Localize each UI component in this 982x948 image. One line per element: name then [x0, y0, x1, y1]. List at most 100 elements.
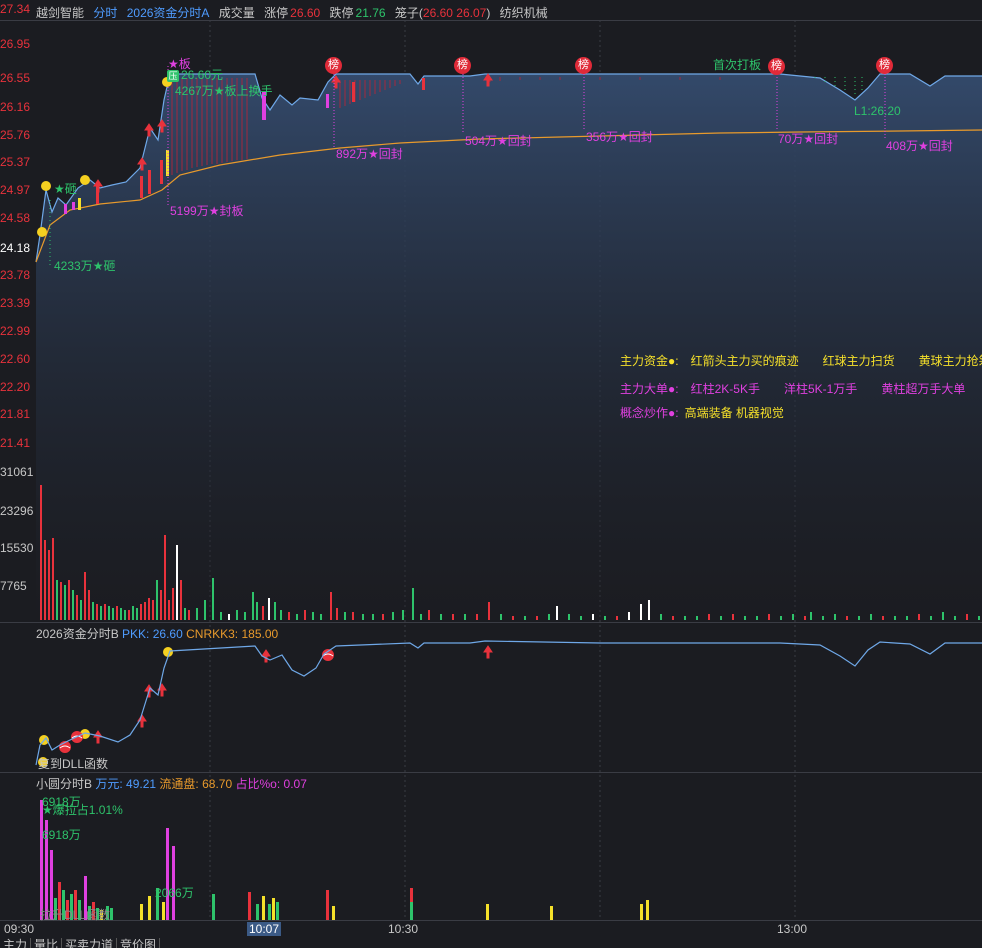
bottom-tabs: 主力 量比 买卖力道 竞价图: [0, 938, 161, 948]
volume-bar: [768, 614, 770, 620]
volume-bar: [84, 572, 86, 620]
volume-bar: [930, 616, 932, 620]
volume-bar: [512, 616, 514, 620]
capital-bar: [172, 846, 175, 920]
volume-bar: [52, 538, 54, 620]
volume-bar: [648, 600, 650, 620]
volume-bar: [452, 614, 454, 620]
volume-bar: [296, 614, 298, 620]
tab-volume-ratio[interactable]: 量比: [31, 938, 63, 948]
volume-bar: [48, 550, 50, 620]
volume-bar: [172, 588, 174, 620]
capital-bar: [410, 902, 413, 920]
volume-bar: [708, 614, 710, 620]
tab-main[interactable]: 主力: [0, 938, 32, 948]
capital-bar: [268, 904, 271, 920]
volume-bar: [804, 616, 806, 620]
rank-badge[interactable]: 榜: [325, 57, 342, 74]
volume-bar: [220, 612, 222, 620]
float-value: 68.70: [202, 777, 233, 791]
first-board-label: 首次打板: [713, 58, 762, 72]
capital-bar: [550, 906, 553, 920]
capital-bar: [40, 800, 43, 920]
pkk-value: 26.60: [152, 627, 183, 641]
rank-badge[interactable]: 榜: [768, 58, 785, 75]
volume-bar: [392, 612, 394, 620]
volume-bar: [330, 592, 332, 620]
volume-bar: [756, 616, 758, 620]
volume-bar: [720, 616, 722, 620]
volume-bar: [412, 588, 414, 620]
tab-auction[interactable]: 竞价图: [117, 938, 161, 948]
volume-bar: [744, 616, 746, 620]
time-label: 13:00: [777, 922, 808, 936]
volume-bar: [244, 612, 246, 620]
volume-bar: [160, 590, 162, 620]
volume-bar: [268, 598, 270, 620]
volume-bar: [500, 614, 502, 620]
volume-bar: [128, 610, 130, 620]
fund-line: [35, 640, 982, 766]
capital-bar: [646, 900, 649, 920]
wan-value: 49.21: [126, 777, 157, 791]
legend-item: 洋柱5K-1万手: [783, 382, 858, 396]
rank-badge[interactable]: 榜: [575, 57, 592, 74]
volume-bar: [660, 614, 662, 620]
volume-bar: [312, 612, 314, 620]
volume-bar: [810, 612, 812, 620]
volume-bar: [204, 600, 206, 620]
volume-bar: [846, 616, 848, 620]
capital-amount: 6918万: [42, 828, 81, 842]
volume-bar: [556, 606, 558, 620]
volume-bar: [108, 606, 110, 620]
volume-bar: [262, 606, 264, 620]
volume-bar: [112, 608, 114, 620]
volume-bar: [792, 614, 794, 620]
volume-bar: [372, 614, 374, 620]
volume-bar: [132, 606, 134, 620]
panel2-header: 2026资金分时B PKK: 26.60 CNRKK3: 185.00: [36, 625, 278, 642]
panel2-title[interactable]: 2026资金分时B: [36, 627, 119, 641]
volume-bar: [236, 610, 238, 620]
volume-bar: [144, 602, 146, 620]
volume-bar: [100, 606, 102, 620]
volume-bar: [894, 616, 896, 620]
capital-bar: [256, 904, 259, 920]
volume-bar: [352, 612, 354, 620]
pkk-label: PKK:: [122, 627, 150, 641]
volume-bar: [834, 614, 836, 620]
wan-label: 万元:: [95, 777, 123, 791]
concept-value: 高端装备 机器视觉: [684, 406, 784, 420]
volume-bar: [88, 590, 90, 620]
ratio-label: 占比%o:: [235, 777, 281, 791]
volume-bar: [168, 600, 170, 620]
time-cursor[interactable]: 10:07: [247, 922, 282, 936]
legend-item: 红箭头主力买的痕迹: [690, 354, 799, 368]
volume-bar: [344, 612, 346, 620]
volume-bar: [72, 590, 74, 620]
tab-buy-sell[interactable]: 买卖力道: [62, 938, 118, 948]
volume-bar: [320, 614, 322, 620]
legend-item: 红球主力扫货: [822, 354, 895, 368]
volume-bar: [942, 612, 944, 620]
rank-badge[interactable]: 榜: [876, 57, 893, 74]
volume-bar: [336, 608, 338, 620]
float-label: 流通盘:: [159, 777, 199, 791]
volume-bar: [140, 604, 142, 620]
rank-badge[interactable]: 榜: [454, 57, 471, 74]
volume-bar: [252, 592, 254, 620]
volume-bar: [120, 608, 122, 620]
panel3-title[interactable]: 小圆分时B: [36, 777, 92, 791]
legend-key: 主力资金●:: [620, 354, 679, 368]
legend-row-2: 主力大单●: 红柱2K-5K手 洋柱5K-1万手 黄柱超万手大单: [620, 380, 982, 397]
cn-value: 185.00: [241, 627, 279, 641]
volume-bar: [672, 616, 674, 620]
reseal-label: 356万★回封: [586, 130, 653, 144]
volume-bar: [592, 614, 594, 620]
capital-amount: 2066万: [155, 886, 194, 900]
volume-bar: [640, 604, 642, 620]
volume-bar: [40, 485, 42, 620]
volume-bar: [428, 610, 430, 620]
volume-bar: [362, 614, 364, 620]
low-label: L1:26.20: [854, 104, 901, 118]
